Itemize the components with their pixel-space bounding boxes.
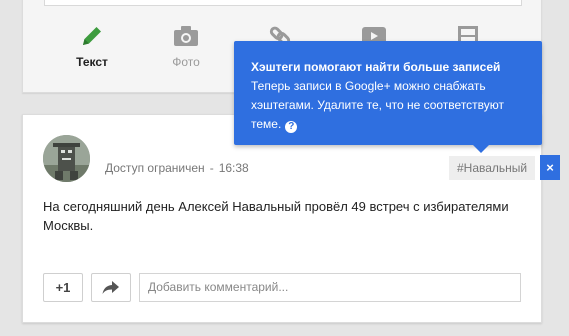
pencil-icon [57, 21, 127, 51]
post-meta: Доступ ограничен -16:38 [105, 161, 249, 175]
visibility-label[interactable]: Доступ ограничен [105, 161, 205, 175]
comment-input[interactable]: Добавить комментарий... [139, 273, 521, 302]
tab-text[interactable]: Текст [57, 21, 127, 69]
post-time[interactable]: 16:38 [219, 161, 249, 175]
share-arrow-icon [102, 280, 119, 294]
hashtag-tooltip: Хэштеги помогают найти больше записей Те… [234, 41, 542, 153]
reshare-button[interactable] [91, 273, 131, 302]
tab-photo[interactable]: Фото [151, 21, 221, 69]
help-icon[interactable]: ? [285, 121, 298, 133]
plus-one-button[interactable]: +1 [43, 273, 83, 302]
hashtag-chip[interactable]: #Навальный [449, 156, 536, 180]
avatar[interactable] [43, 135, 90, 182]
camera-icon [151, 21, 221, 51]
post-card: Доступ ограничен -16:38 #Навальный На сег… [22, 114, 542, 323]
tooltip-body: Теперь записи в Google+ можно снабжать х… [251, 77, 526, 134]
share-input[interactable] [44, 0, 522, 6]
tooltip-arrow [472, 144, 490, 153]
tooltip-title: Хэштеги помогают найти больше записей [251, 60, 501, 74]
tab-text-label: Текст [76, 55, 108, 69]
meta-separator: - [209, 161, 214, 175]
post-text: На сегодняшний день Алексей Навальный пр… [43, 199, 509, 233]
close-hashtag-button[interactable]: × [540, 155, 560, 180]
tab-photo-label: Фото [172, 55, 200, 69]
